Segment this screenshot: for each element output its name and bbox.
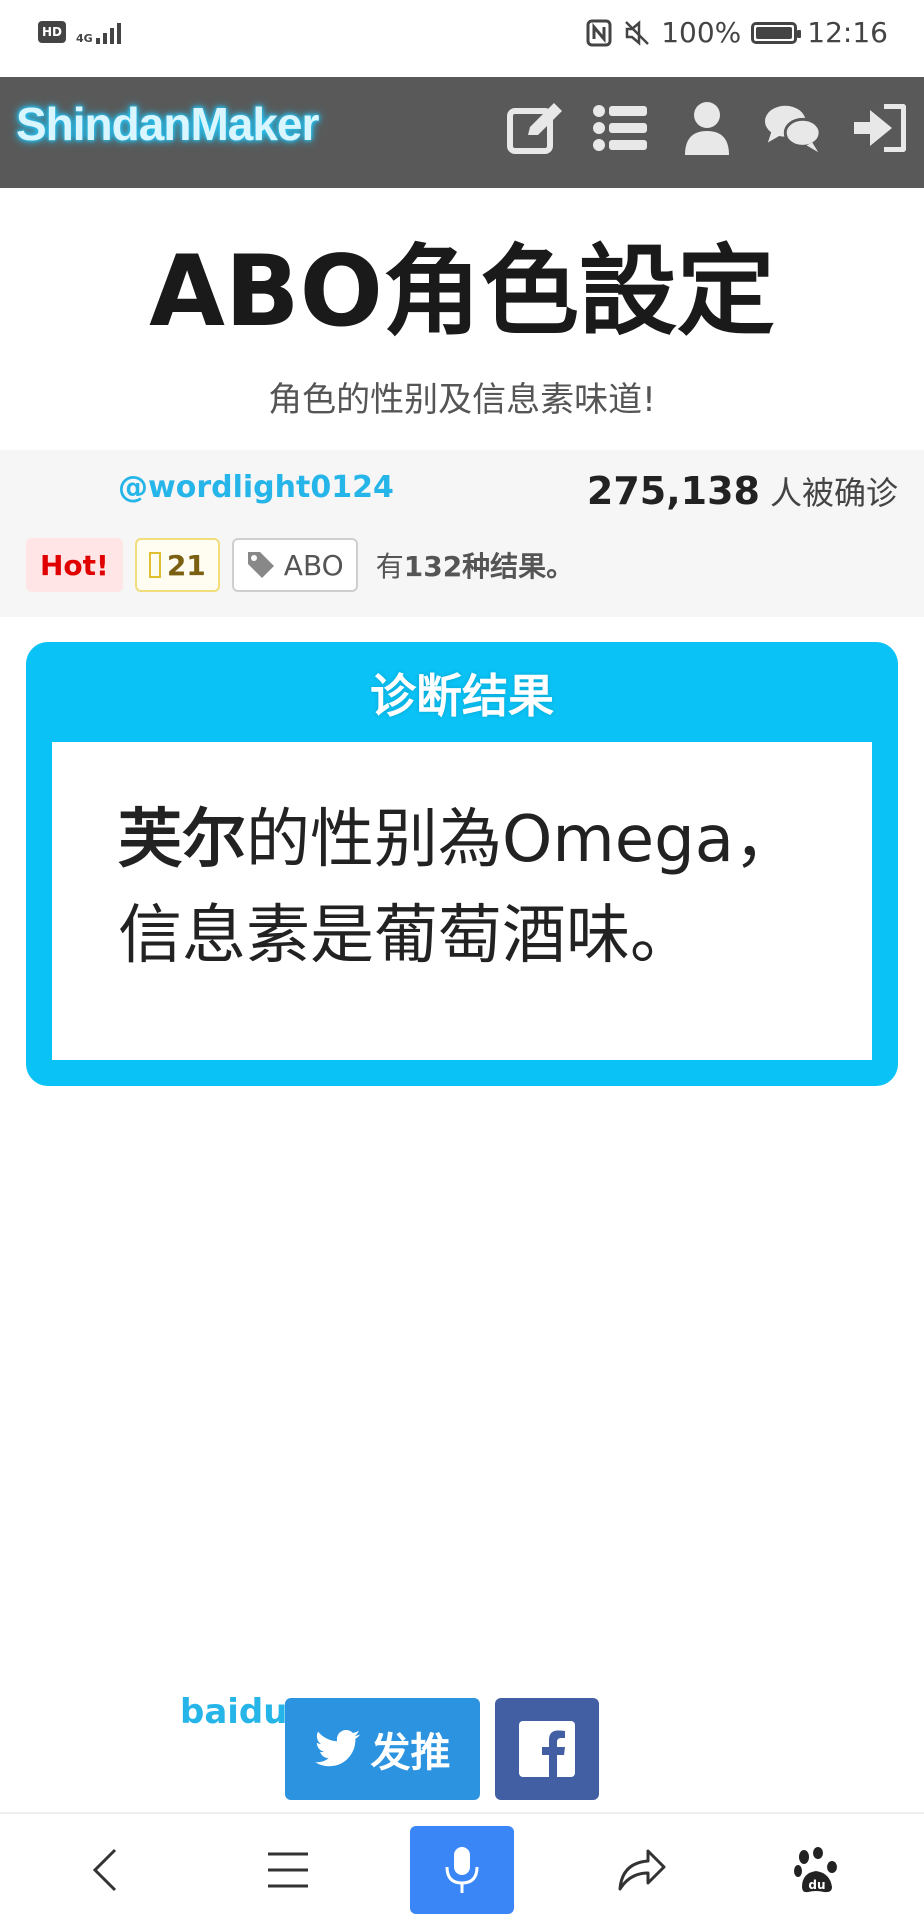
menu-icon (268, 1852, 308, 1888)
svg-text:du: du (808, 1878, 825, 1892)
diagnosed-count: 275,138 人被确诊 (587, 468, 898, 514)
battery-icon (751, 21, 802, 44)
page-title: ABO角色設定 (149, 235, 775, 349)
result-name: 芙尔 (118, 803, 246, 877)
mic-icon (445, 1847, 479, 1893)
nfc-icon (585, 19, 613, 47)
share-label: baidu (180, 1692, 288, 1732)
result-card: 诊断结果 芙尔的性别為Omega，信息素是葡萄酒味。 (26, 642, 898, 1086)
star-icon (148, 552, 161, 578)
tweet-label: 发推 (370, 1730, 451, 1776)
result-count: 有132种结果。 (376, 545, 574, 585)
list-icon[interactable] (592, 99, 650, 157)
app-header: ShindanMaker (0, 77, 924, 188)
share-button[interactable] (590, 1826, 694, 1914)
menu-button[interactable] (236, 1826, 340, 1914)
status-bar: HD 4G 100% 12:16 (0, 0, 924, 77)
user-icon[interactable] (678, 99, 736, 157)
result-count-value: 132种结果。 (403, 550, 575, 583)
status-right: 100% 12:16 (585, 16, 888, 49)
info-band: @wordlight0124 275,138 人被确诊 Hot! 21 ABO … (0, 450, 924, 617)
tweet-button[interactable]: 发推 (285, 1698, 480, 1800)
count-label: 人被确诊 (769, 474, 898, 512)
favorite-badge[interactable]: 21 (134, 538, 220, 592)
share-icon (618, 1849, 666, 1891)
voice-search-button[interactable] (410, 1826, 514, 1914)
header-icons (506, 99, 908, 157)
browser-bottom-bar: du (0, 1812, 924, 1920)
hot-badge[interactable]: Hot! (26, 538, 123, 592)
network-label: 4G (76, 32, 93, 45)
login-icon[interactable] (850, 99, 908, 157)
result-heading: 诊断结果 (370, 669, 554, 723)
twitter-icon (314, 1730, 360, 1767)
battery-fill (756, 26, 793, 39)
facebook-button[interactable] (495, 1698, 599, 1800)
status-left: HD 4G (38, 20, 121, 44)
tag-abo[interactable]: ABO (231, 538, 358, 592)
signal-icon (95, 20, 121, 44)
back-button[interactable] (52, 1826, 156, 1914)
result-count-prefix: 有 (375, 550, 404, 583)
edit-icon[interactable] (506, 99, 564, 157)
tag-icon (247, 552, 274, 578)
facebook-icon (519, 1721, 575, 1777)
back-icon (92, 1848, 117, 1892)
tags-row: Hot! 21 ABO 有132种结果。 (26, 538, 574, 592)
baidu-button[interactable]: du (764, 1826, 868, 1914)
baidu-paw-icon: du (794, 1847, 837, 1893)
tag-name: ABO (283, 548, 344, 582)
page-subtitle: 角色的性别及信息素味道! (268, 380, 656, 420)
favorite-count: 21 (166, 548, 206, 582)
battery-percent: 100% (661, 16, 742, 49)
clock: 12:16 (807, 16, 888, 49)
result-body: 芙尔的性别為Omega，信息素是葡萄酒味。 (52, 742, 872, 1060)
hd-badge: HD (38, 21, 66, 43)
count-number: 275,138 (586, 469, 760, 513)
mute-icon (623, 19, 651, 47)
site-logo[interactable]: ShindanMaker (16, 97, 319, 151)
author-link[interactable]: @wordlight0124 (118, 470, 394, 505)
result-text: 芙尔的性别為Omega，信息素是葡萄酒味。 (118, 792, 838, 984)
network-indicator: 4G (76, 20, 121, 44)
chat-icon[interactable] (764, 99, 822, 157)
